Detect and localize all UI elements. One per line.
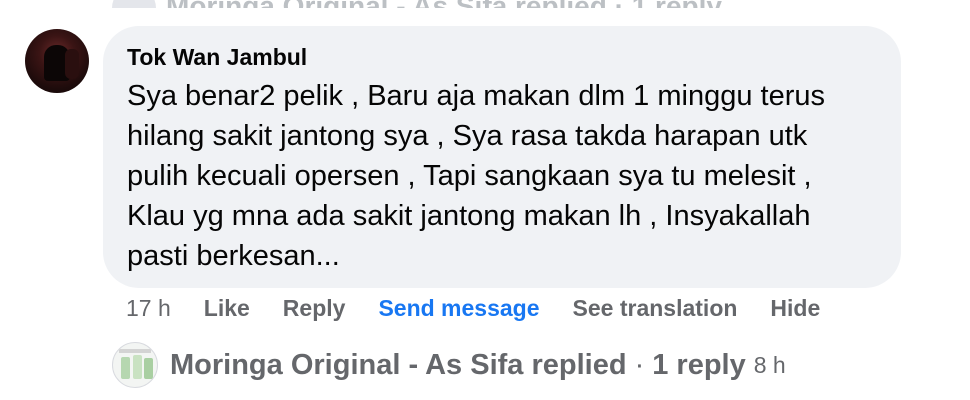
previous-reply-avatar <box>112 0 156 8</box>
avatar-figure-secondary <box>65 49 79 79</box>
comment-text: Sya benar2 pelik , Baru aja makan dlm 1 … <box>127 80 825 272</box>
hide-button[interactable]: Hide <box>770 295 820 322</box>
reply-author-avatar <box>112 342 158 388</box>
view-replies-link[interactable]: Moringa Original - As Sifa replied · 1 r… <box>112 340 786 390</box>
previous-reply-text: Moringa Original - As Sifa replied · 1 r… <box>166 0 722 8</box>
reply-button[interactable]: Reply <box>283 295 346 322</box>
see-translation-button[interactable]: See translation <box>573 295 738 322</box>
commenter-avatar[interactable] <box>25 29 89 93</box>
like-button[interactable]: Like <box>204 295 250 322</box>
reply-separator: · <box>634 348 645 381</box>
comment-author[interactable]: Tok Wan Jambul <box>127 44 877 70</box>
previous-replies-clipped: Moringa Original - As Sifa replied · 1 r… <box>112 0 812 8</box>
comment-bubble: Tok Wan Jambul Sya benar2 pelik , Baru a… <box>103 26 901 288</box>
avatar-bottle <box>133 355 142 379</box>
avatar-bottle <box>121 357 130 379</box>
reply-timestamp: 8 h <box>753 351 786 378</box>
send-message-button[interactable]: Send message <box>378 295 539 322</box>
reply-author-text[interactable]: Moringa Original - As Sifa replied <box>170 349 627 382</box>
reply-count[interactable]: 1 reply <box>652 349 746 382</box>
comment-timestamp[interactable]: 17 h <box>126 295 171 322</box>
comment-actions: 17 h Like Reply Send message See transla… <box>126 292 820 324</box>
avatar-bottle <box>144 358 153 379</box>
avatar-label-strip <box>119 349 151 353</box>
